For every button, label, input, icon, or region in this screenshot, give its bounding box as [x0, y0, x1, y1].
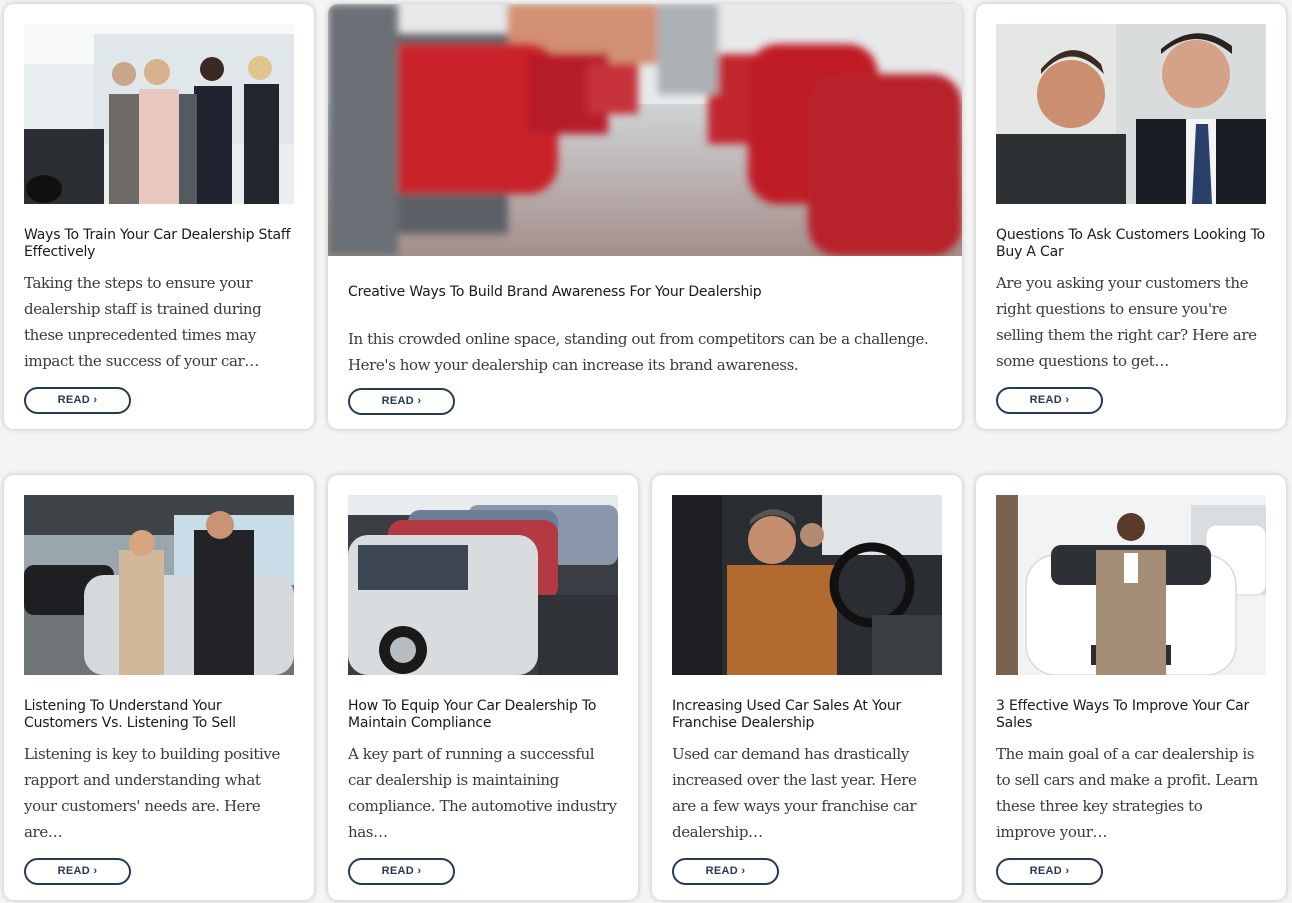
- article-card[interactable]: Listening To Understand Your Customers V…: [4, 475, 314, 900]
- dealership-staff-team-photo[interactable]: [24, 24, 294, 204]
- article-card[interactable]: Increasing Used Car Sales At Your Franch…: [652, 475, 962, 900]
- man-in-driver-seat-photo[interactable]: [672, 495, 942, 675]
- blurred-showroom-red-cars-photo[interactable]: [328, 4, 962, 256]
- article-excerpt: Are you asking your customers the right …: [996, 274, 1257, 370]
- article-excerpt: Taking the steps to ensure your dealersh…: [24, 274, 262, 370]
- article-title[interactable]: How To Equip Your Car Dealership To Main…: [348, 698, 618, 732]
- salesman-with-white-car-photo[interactable]: [996, 495, 1266, 675]
- article-card[interactable]: How To Equip Your Car Dealership To Main…: [328, 475, 638, 900]
- read-button[interactable]: READ ›: [348, 858, 455, 885]
- article-card-featured[interactable]: Creative Ways To Build Brand Awareness F…: [328, 4, 962, 429]
- article-card[interactable]: 3 Effective Ways To Improve Your Car Sal…: [976, 475, 1286, 900]
- article-title[interactable]: Questions To Ask Customers Looking To Bu…: [996, 227, 1266, 261]
- article-card[interactable]: Ways To Train Your Car Dealership Staff …: [4, 4, 314, 429]
- article-title[interactable]: Increasing Used Car Sales At Your Franch…: [672, 698, 942, 732]
- article-title[interactable]: Ways To Train Your Car Dealership Staff …: [24, 227, 294, 261]
- salesman-and-customer-photo[interactable]: [996, 24, 1266, 204]
- row-of-cars-lot-photo[interactable]: [348, 495, 618, 675]
- article-title[interactable]: Creative Ways To Build Brand Awareness F…: [348, 284, 938, 301]
- read-button[interactable]: READ ›: [348, 388, 455, 415]
- article-excerpt: The main goal of a car dealership is to …: [996, 745, 1258, 841]
- read-button[interactable]: READ ›: [996, 387, 1103, 414]
- read-button[interactable]: READ ›: [24, 858, 131, 885]
- article-excerpt: A key part of running a successful car d…: [348, 745, 617, 841]
- article-excerpt: In this crowded online space, standing o…: [348, 330, 929, 374]
- read-button[interactable]: READ ›: [996, 858, 1103, 885]
- article-title[interactable]: 3 Effective Ways To Improve Your Car Sal…: [996, 698, 1266, 732]
- article-excerpt: Listening is key to building positive ra…: [24, 745, 280, 841]
- article-excerpt: Used car demand has drastically increase…: [672, 745, 917, 841]
- couple-with-salesman-photo[interactable]: [24, 495, 294, 675]
- article-card[interactable]: Questions To Ask Customers Looking To Bu…: [976, 4, 1286, 429]
- read-button[interactable]: READ ›: [672, 858, 779, 885]
- article-title[interactable]: Listening To Understand Your Customers V…: [24, 698, 294, 732]
- read-button[interactable]: READ ›: [24, 387, 131, 414]
